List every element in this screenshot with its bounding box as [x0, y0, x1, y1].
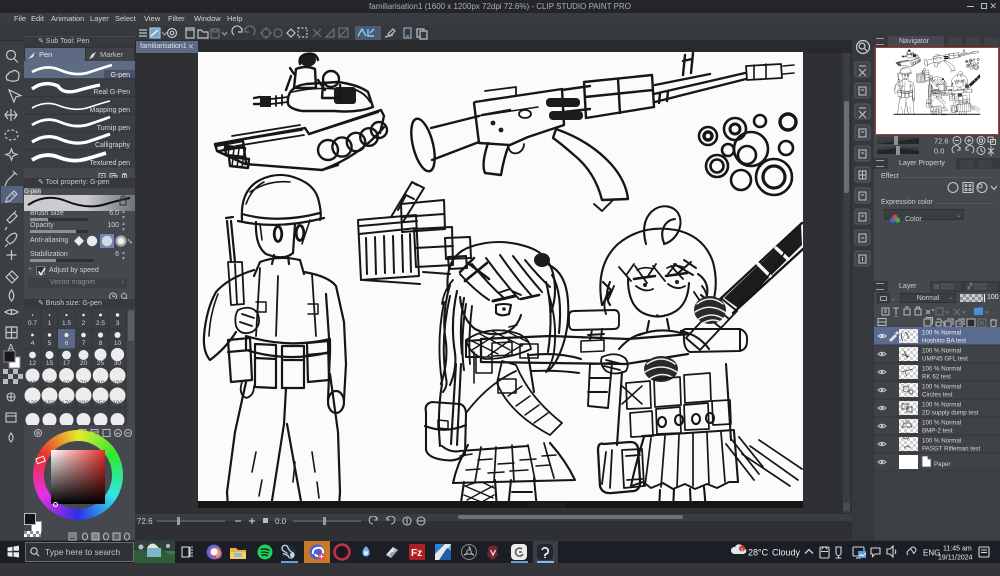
svg-text:Calligraphy: Calligraphy	[95, 142, 131, 149]
svg-text:Mapping pen: Mapping pen	[90, 107, 131, 114]
svg-text:2.5: 2.5	[96, 320, 105, 327]
svg-text:Textured pen: Textured pen	[90, 160, 131, 167]
svg-text:Color: Color	[905, 216, 922, 223]
svg-text:Paper: Paper	[934, 461, 951, 468]
svg-text:2: 2	[82, 320, 86, 327]
svg-text:Circles test: Circles test	[922, 392, 953, 399]
svg-text:6: 6	[65, 340, 69, 347]
svg-text:100 % Normal: 100 % Normal	[922, 366, 961, 373]
svg-text:BMP-2 test: BMP-2 test	[922, 428, 953, 435]
svg-text:100: 100	[112, 380, 123, 387]
svg-text:G-pen: G-pen	[111, 72, 131, 79]
svg-text:100 % Normal: 100 % Normal	[922, 420, 961, 427]
svg-text:250: 250	[95, 400, 106, 407]
svg-text:Real G-Pen: Real G-Pen	[93, 89, 130, 96]
svg-text:20: 20	[80, 360, 88, 367]
svg-text:17: 17	[63, 360, 71, 367]
svg-text:Fz: Fz	[411, 548, 422, 559]
svg-text:100 % Normal: 100 % Normal	[922, 402, 961, 409]
svg-text:150: 150	[44, 400, 55, 407]
svg-text:170: 170	[61, 400, 72, 407]
svg-text:60: 60	[63, 380, 71, 387]
svg-text:2D supply dump test: 2D supply dump test	[922, 410, 979, 417]
svg-text:1: 1	[48, 320, 52, 327]
svg-text:70: 70	[80, 380, 88, 387]
svg-text:100 % Normal: 100 % Normal	[922, 330, 961, 337]
svg-text:25: 25	[97, 360, 105, 367]
svg-text:11:45 am: 11:45 am	[943, 546, 972, 553]
svg-text:3: 3	[116, 320, 120, 327]
svg-text:100 % Normal: 100 % Normal	[922, 438, 961, 445]
svg-text:28°C: 28°C	[748, 548, 769, 558]
svg-text:19/11/2024: 19/11/2024	[938, 555, 973, 562]
svg-text:0.0: 0.0	[275, 517, 287, 526]
svg-text:8: 8	[99, 340, 103, 347]
svg-text:200: 200	[78, 400, 89, 407]
svg-text:Cloudy: Cloudy	[772, 548, 801, 558]
svg-text:100 % Normal: 100 % Normal	[922, 348, 961, 355]
svg-text:0.7: 0.7	[28, 320, 37, 327]
svg-text:RK 62 test: RK 62 test	[922, 374, 951, 381]
svg-text:UMP45 GFL test: UMP45 GFL test	[922, 356, 968, 363]
svg-text:80: 80	[97, 380, 105, 387]
svg-text:4: 4	[31, 340, 35, 347]
svg-text:72.6: 72.6	[137, 517, 153, 526]
svg-text:30: 30	[114, 360, 122, 367]
svg-text:100 % Normal: 100 % Normal	[922, 384, 961, 391]
svg-text:10: 10	[114, 340, 122, 347]
svg-text:Type here to search: Type here to search	[45, 547, 120, 557]
svg-text:0.0: 0.0	[934, 147, 944, 156]
svg-text:Turnip pen: Turnip pen	[97, 125, 130, 132]
svg-text:40: 40	[29, 380, 37, 387]
svg-text:120: 120	[27, 400, 38, 407]
svg-text:1.5: 1.5	[62, 320, 71, 327]
svg-text:7: 7	[82, 340, 86, 347]
svg-text:12: 12	[29, 360, 37, 367]
svg-text:15: 15	[46, 360, 54, 367]
svg-text:72.6: 72.6	[934, 137, 949, 146]
svg-text:PASGT Rifleman test: PASGT Rifleman test	[922, 446, 981, 453]
svg-text:5: 5	[48, 340, 52, 347]
svg-text:300: 300	[112, 400, 123, 407]
svg-text:Hoshino BA test: Hoshino BA test	[922, 338, 966, 345]
svg-text:50: 50	[46, 380, 54, 387]
